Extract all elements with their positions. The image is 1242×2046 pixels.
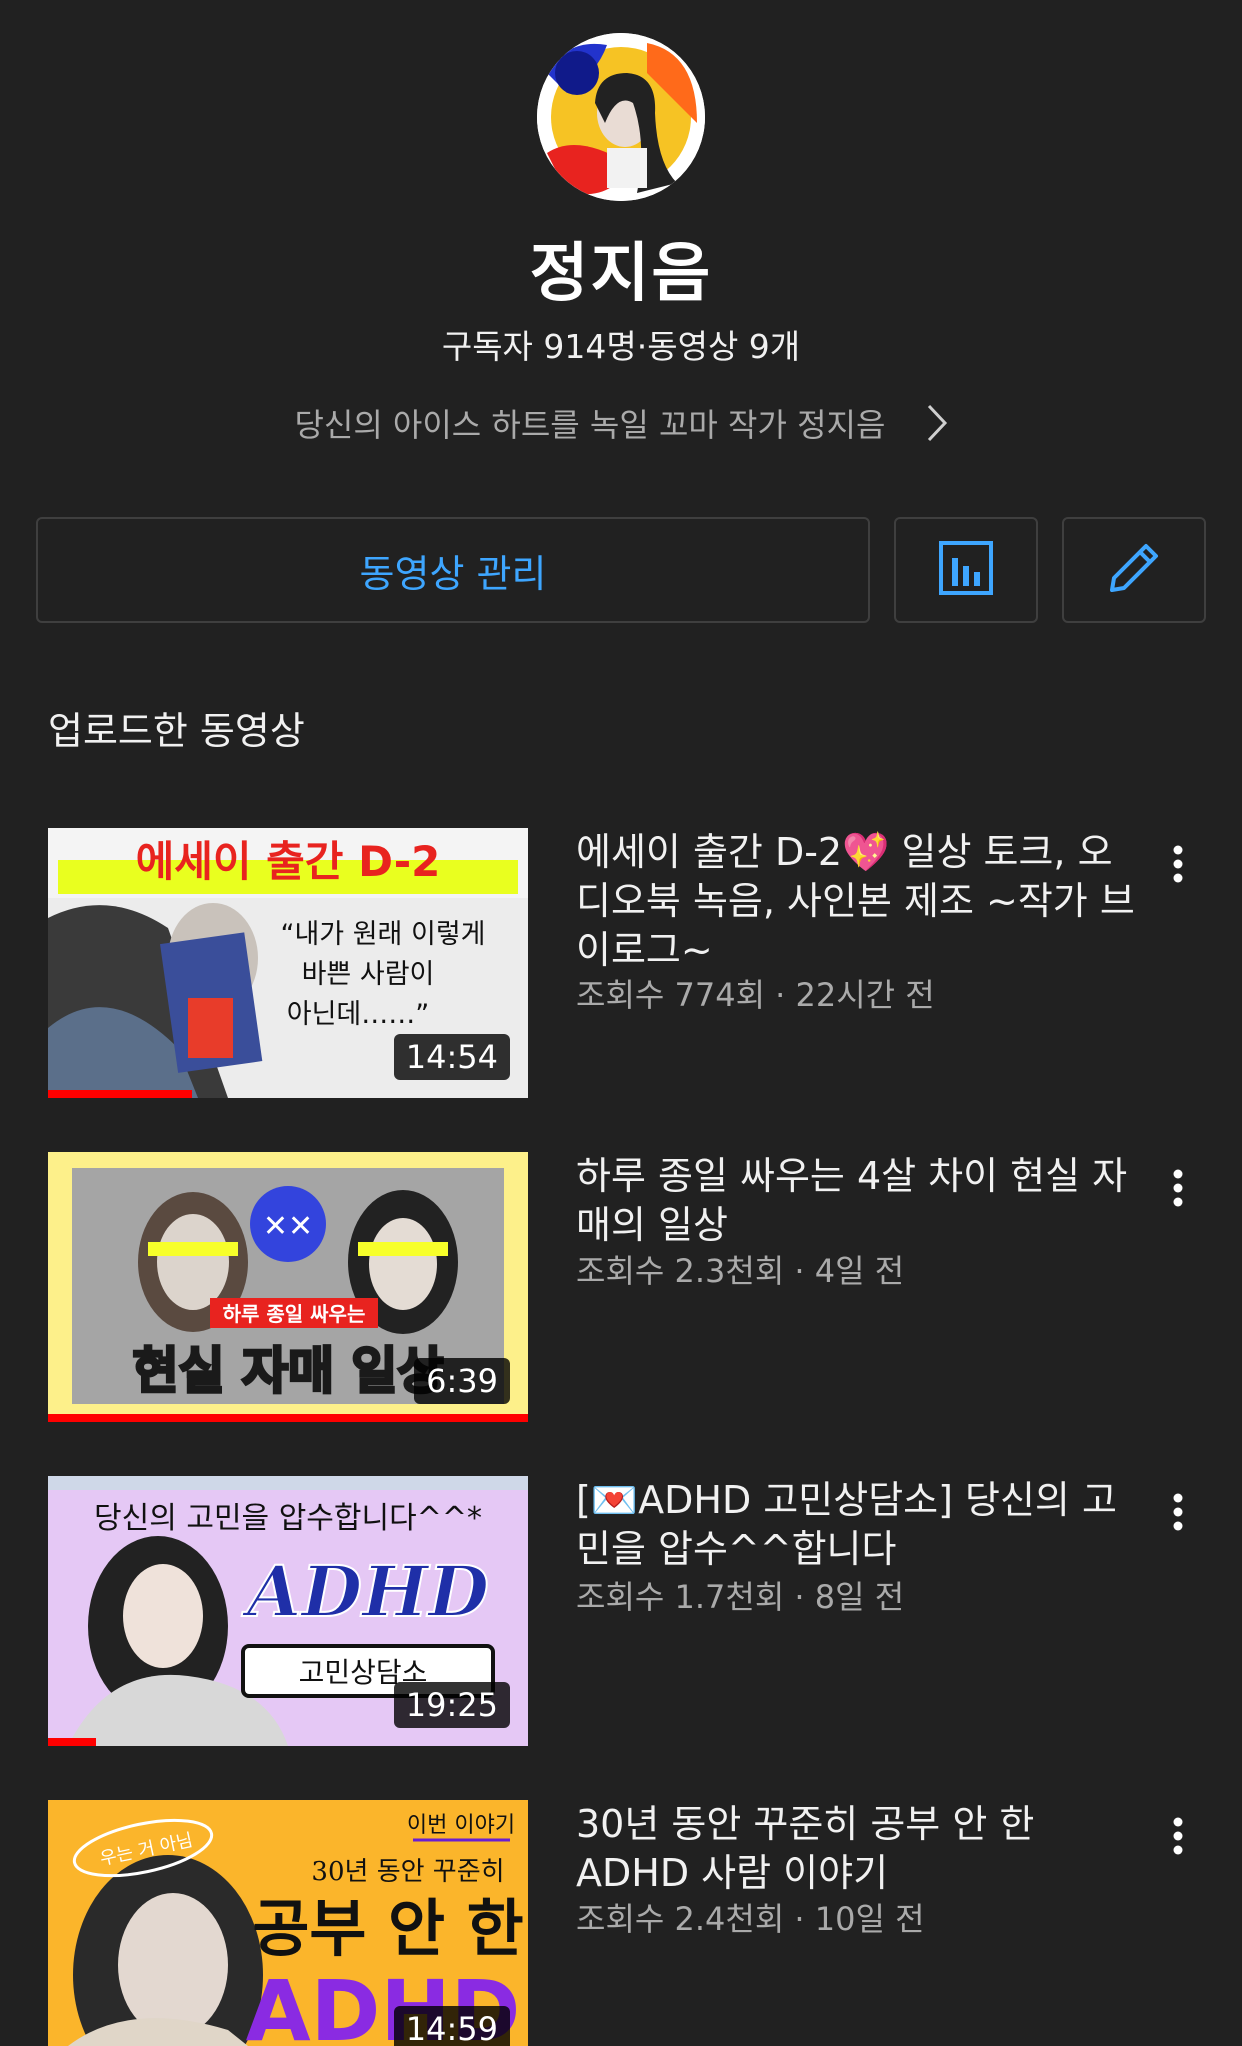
video-item[interactable]: 에세이 출간 D-2 “내가 원래 이렇게 바쁜 사람이 아닌데……” 14:5… — [48, 828, 1208, 1098]
uploaded-videos-heading: 업로드한 동영상 — [48, 709, 305, 753]
video-item[interactable]: 당신의 고민을 압수합니다^^* ADHD 고민상담소 19:25 [💌ADHD… — [48, 1476, 1208, 1746]
thumb-quote-line3: 아닌데……” — [287, 999, 430, 1030]
video-meta: 조회수 2.4천회 · 10일 전 — [576, 1900, 925, 1938]
chevron-right-icon — [926, 403, 948, 451]
svg-text:✕✕: ✕✕ — [263, 1209, 313, 1244]
more-options-icon[interactable] — [1148, 834, 1208, 894]
watch-progress-bar — [48, 1090, 192, 1098]
thumb-line1: 30년 동안 꾸준히 — [311, 1857, 504, 1887]
channel-avatar[interactable] — [537, 33, 705, 201]
channel-name: 정지음 — [529, 237, 713, 311]
video-duration: 6:39 — [414, 1358, 510, 1404]
thumb-top-text: 당신의 고민을 압수합니다^^* — [94, 1501, 482, 1536]
video-meta: 조회수 774회 · 22시간 전 — [576, 976, 935, 1014]
video-thumbnail[interactable]: 이번 이야기 우는 거 아님 30년 동안 꾸준히 공부 안 한 ADHD 14… — [48, 1800, 528, 2046]
video-title[interactable]: [💌ADHD 고민상담소] 당신의 고민을 압수^^합니다 — [576, 1476, 1146, 1574]
video-meta: 조회수 1.7천회 · 8일 전 — [576, 1578, 905, 1616]
channel-stats: 구독자 914명·동영상 9개 — [441, 327, 801, 366]
more-options-icon[interactable] — [1148, 1806, 1208, 1866]
video-title[interactable]: 30년 동안 꾸준히 공부 안 한 ADHD 사람 이야기 — [576, 1800, 1146, 1898]
edit-channel-button[interactable] — [1062, 517, 1206, 623]
watch-progress-bar — [48, 1738, 96, 1746]
video-title[interactable]: 에세이 출간 D-2💖 일상 토크, 오디오북 녹음, 사인본 제조 ~작가 브… — [576, 828, 1146, 975]
thumb-quote-line1: “내가 원래 이렇게 — [280, 919, 485, 950]
watch-progress-bar — [48, 1414, 528, 1422]
video-thumbnail[interactable]: 에세이 출간 D-2 “내가 원래 이렇게 바쁜 사람이 아닌데……” 14:5… — [48, 828, 528, 1098]
more-options-icon[interactable] — [1148, 1482, 1208, 1542]
video-thumbnail[interactable]: ✕✕ 하루 종일 싸우는 현실 자매 일상 6:39 — [48, 1152, 528, 1422]
bar-chart-icon — [938, 540, 994, 600]
thumb-quote-line2: 바쁜 사람이 — [302, 959, 435, 990]
channel-description: 당신의 아이스 하트를 녹일 꼬마 작가 정지음 — [294, 406, 886, 444]
video-item[interactable]: ✕✕ 하루 종일 싸우는 현실 자매 일상 6:39 하루 종일 싸우는 4살 … — [48, 1152, 1208, 1422]
thumb-banner-text: 에세이 출간 D-2 — [136, 837, 441, 886]
analytics-button[interactable] — [894, 517, 1038, 623]
thumb-line2: 공부 안 한 — [252, 1892, 523, 1965]
manage-videos-label: 동영상 관리 — [359, 551, 547, 596]
video-title[interactable]: 하루 종일 싸우는 4살 차이 현실 자매의 일상 — [576, 1152, 1146, 1250]
thumb-big-text: 현실 자매 일상 — [133, 1342, 444, 1400]
video-duration: 14:54 — [393, 1034, 510, 1080]
manage-videos-button[interactable]: 동영상 관리 — [36, 517, 870, 623]
pencil-icon — [1104, 538, 1164, 602]
channel-description-row[interactable]: 당신의 아이스 하트를 녹일 꼬마 작가 정지음 — [0, 400, 1242, 451]
video-duration: 14:59 — [393, 2006, 510, 2046]
more-options-icon[interactable] — [1148, 1158, 1208, 1218]
video-duration: 19:25 — [393, 1682, 510, 1728]
thumb-big-text: ADHD — [241, 1550, 489, 1633]
video-thumbnail[interactable]: 당신의 고민을 압수합니다^^* ADHD 고민상담소 19:25 — [48, 1476, 528, 1746]
video-item[interactable]: 이번 이야기 우는 거 아님 30년 동안 꾸준히 공부 안 한 ADHD 14… — [48, 1800, 1208, 2046]
video-meta: 조회수 2.3천회 · 4일 전 — [576, 1252, 905, 1290]
thumb-small-text: 하루 종일 싸우는 — [223, 1302, 366, 1326]
thumb-tag-text: 이번 이야기 — [407, 1813, 515, 1838]
